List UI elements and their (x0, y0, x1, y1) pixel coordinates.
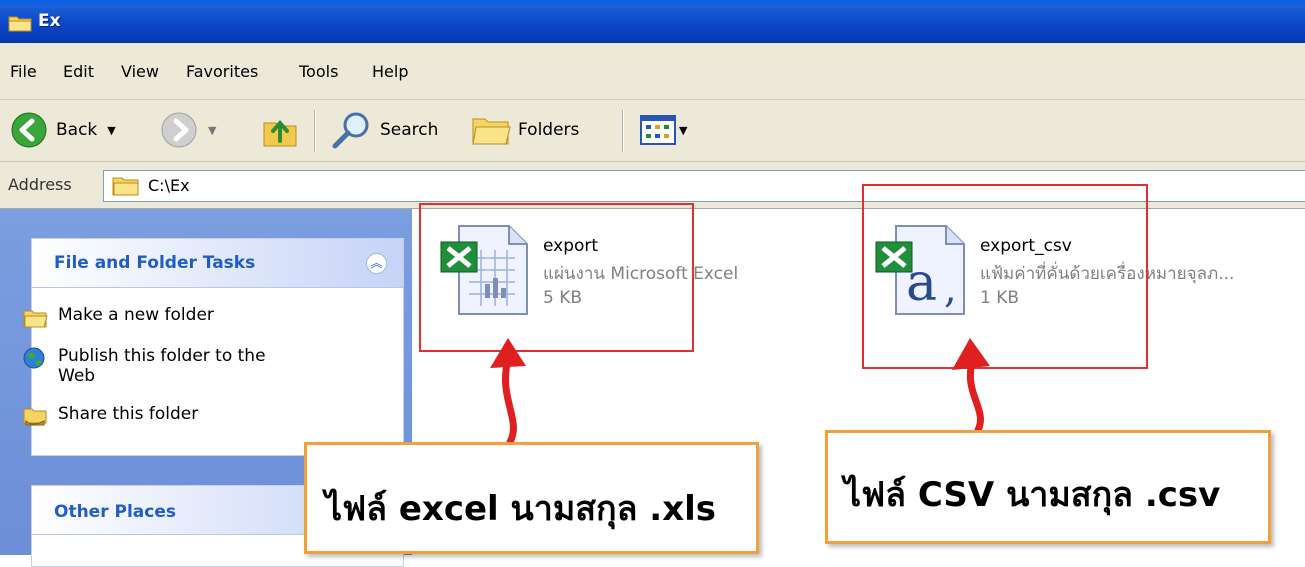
views-dropdown-icon[interactable]: ▼ (679, 124, 687, 137)
folder-icon (8, 16, 32, 32)
search-button[interactable]: Search (330, 109, 438, 151)
folders-icon (472, 118, 511, 145)
forward-arrow-icon (161, 112, 197, 148)
callout-box-xls: ไฟล์ excel นามสกุล .xls (304, 442, 759, 554)
folder-icon (112, 177, 139, 196)
task-share-folder[interactable]: Share this folder (22, 404, 198, 428)
arrow-icon (952, 338, 990, 434)
forward-button[interactable]: ▼ (160, 111, 216, 149)
window-title: Ex (38, 11, 61, 31)
search-icon (332, 112, 369, 149)
back-arrow-icon (11, 112, 47, 148)
collapse-chevron-icon[interactable]: ︽ (366, 253, 387, 274)
up-folder-button[interactable] (260, 111, 300, 149)
task-label: Publish this folder to the Web (58, 346, 266, 386)
menu-favorites[interactable]: Favorites (186, 62, 258, 81)
menu-bar: File Edit View Favorites Tools Help (0, 43, 1305, 100)
panel-title: Other Places (54, 502, 176, 522)
panel-title: File and Folder Tasks (54, 253, 256, 273)
back-button[interactable]: Back ▼ (10, 111, 116, 149)
task-label: Make a new folder (58, 305, 214, 325)
menu-view[interactable]: View (121, 62, 159, 81)
menu-help[interactable]: Help (372, 62, 408, 81)
folders-label: Folders (518, 120, 580, 140)
new-folder-icon (23, 310, 48, 328)
views-icon (640, 115, 676, 145)
callout-box-csv: ไฟล์ CSV นามสกุล .csv (825, 430, 1271, 544)
address-value: C:\Ex (148, 176, 190, 195)
arrow-icon (490, 338, 526, 446)
highlight-box-xls (419, 203, 694, 352)
search-label: Search (380, 120, 439, 140)
callout-text-xls: ไฟล์ excel นามสกุล .xls (325, 489, 717, 529)
address-label: Address (8, 175, 72, 194)
share-folder-icon (23, 408, 47, 426)
task-publish-web[interactable]: Publish this folder to the Web (22, 346, 282, 386)
callout-text-csv: ไฟล์ CSV นามสกุล .csv (844, 475, 1221, 515)
folders-button[interactable]: Folders (470, 111, 579, 149)
back-label: Back (56, 120, 98, 140)
title-bar: Ex (0, 0, 1305, 43)
forward-dropdown-icon[interactable]: ▼ (208, 124, 216, 137)
menu-file[interactable]: File (10, 62, 37, 81)
up-folder-icon (263, 119, 297, 147)
task-make-new-folder[interactable]: Make a new folder (22, 305, 214, 329)
panel-header[interactable]: File and Folder Tasks ︽ (32, 239, 403, 288)
task-label: Share this folder (58, 404, 199, 424)
globe-icon (23, 347, 45, 369)
menu-edit[interactable]: Edit (63, 62, 94, 81)
menu-tools[interactable]: Tools (299, 62, 338, 81)
views-button[interactable]: ▼ (640, 115, 687, 145)
back-dropdown-icon[interactable]: ▼ (107, 124, 115, 137)
